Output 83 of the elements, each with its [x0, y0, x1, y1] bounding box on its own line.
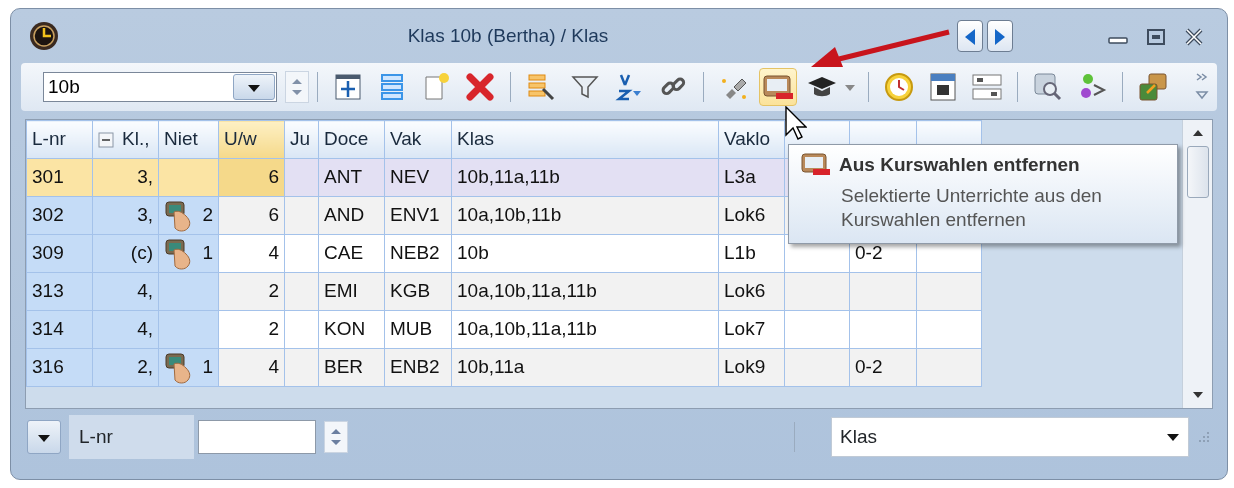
caret-icon — [37, 432, 51, 443]
remove-course-button[interactable] — [759, 68, 797, 106]
scrollbar-thumb[interactable] — [1186, 146, 1209, 198]
move-arrows-icon — [332, 71, 364, 103]
cell-text: 301 — [32, 166, 64, 188]
cell-text: EMI — [324, 280, 358, 302]
left-arrow-icon — [963, 26, 977, 47]
cell-text: 309 — [32, 242, 64, 264]
previous-button[interactable] — [957, 20, 983, 52]
cell-text: NEB2 — [390, 242, 440, 264]
dropdown-button[interactable] — [27, 420, 61, 454]
cell-text: 10a,10b,11a,11b — [457, 318, 597, 340]
cell-text: ENB2 — [390, 356, 440, 378]
clock-logo-icon — [29, 21, 59, 51]
caret-icon — [1166, 432, 1180, 442]
cell-text: 313 — [32, 280, 64, 302]
scroll-down-icon[interactable] — [1190, 390, 1205, 400]
cell-text: 2, — [137, 356, 153, 378]
cell-text: 10a,10b,11a,11b — [457, 280, 597, 302]
cell-text: 2 — [202, 203, 213, 228]
next-button[interactable] — [987, 20, 1013, 52]
clock-icon — [883, 71, 915, 103]
field-label: L-nr — [69, 414, 194, 460]
minimize-icon — [1108, 37, 1128, 45]
windows-icon — [1137, 71, 1169, 103]
scroll-up-icon[interactable] — [1190, 128, 1205, 138]
cell-text: BER — [324, 356, 364, 378]
cell-text: KON — [324, 318, 366, 340]
cell-text: 10b,11a — [457, 356, 525, 378]
tooltip-title: Aus Kurswahlen entfernen — [839, 153, 1080, 177]
cell-text: 4, — [137, 280, 153, 302]
tooltip-text: Selektierte Unterrichte aus den Kurswahlen entfernen — [840, 183, 1103, 233]
cell-text: 6 — [268, 204, 279, 226]
cell-text: (c) — [130, 242, 153, 264]
spin-button[interactable] — [285, 71, 309, 103]
cell-text: Lok7 — [724, 318, 766, 340]
cell-text: L3a — [724, 166, 756, 188]
maximize-icon — [1144, 26, 1168, 47]
cell-text: 10b,11a,11b — [457, 166, 560, 188]
cell-text: ANT — [324, 166, 362, 188]
dropdown-caret-icon[interactable] — [844, 83, 856, 92]
cell-text: 0-2 — [855, 242, 883, 264]
spin-button[interactable] — [324, 421, 348, 453]
cell-text: 2 — [268, 318, 279, 340]
search-icon — [1032, 71, 1064, 103]
cell-text: 314 — [32, 318, 64, 340]
remove-course-icon — [801, 153, 831, 178]
cell-text: Lok9 — [724, 356, 766, 378]
cell-text: L1b — [724, 242, 756, 264]
list-edit-icon — [525, 71, 557, 103]
cell-text: 10a,10b,11b — [457, 204, 562, 226]
cell-text: 1 — [202, 355, 213, 380]
cell-text: KGB — [390, 280, 431, 302]
delete-icon — [464, 71, 496, 103]
cell-text: Lok6 — [724, 204, 766, 226]
right-arrow-icon — [993, 26, 1007, 47]
cell-text: 4 — [268, 356, 279, 378]
window-title: Klas 10b (Bertha) / Klas — [407, 24, 609, 46]
cell-text: AND — [324, 204, 365, 226]
cell-text: 3, — [137, 204, 153, 226]
fields-icon — [971, 71, 1003, 103]
cell-text: 1 — [202, 241, 213, 266]
cell-text: 6 — [268, 166, 279, 188]
cell-text: 2 — [268, 280, 279, 302]
mouse-cursor-icon — [785, 106, 807, 140]
vertical-scrollbar[interactable] — [1182, 120, 1212, 408]
cell-text: Lok6 — [724, 280, 766, 302]
cell-text: 316 — [32, 356, 64, 378]
cell-text: ENV1 — [390, 204, 440, 226]
cell-text: 4, — [137, 318, 153, 340]
cell-text: CAE — [324, 242, 364, 264]
cell-text: 10b — [457, 242, 489, 264]
view-dropdown[interactable]: Klas — [831, 417, 1189, 457]
number-field[interactable] — [198, 420, 316, 454]
cell-text: 3, — [137, 166, 153, 188]
collapse-icon[interactable] — [98, 132, 114, 149]
cell-text: 302 — [32, 204, 64, 226]
column-header[interactable]: Klas — [457, 128, 494, 150]
cell-text: MUB — [390, 318, 433, 340]
cell-text: 0-2 — [855, 356, 883, 378]
cell-text: NEV — [390, 166, 430, 188]
resize-grip-icon — [1197, 430, 1211, 444]
cell-text: 4 — [268, 242, 279, 264]
